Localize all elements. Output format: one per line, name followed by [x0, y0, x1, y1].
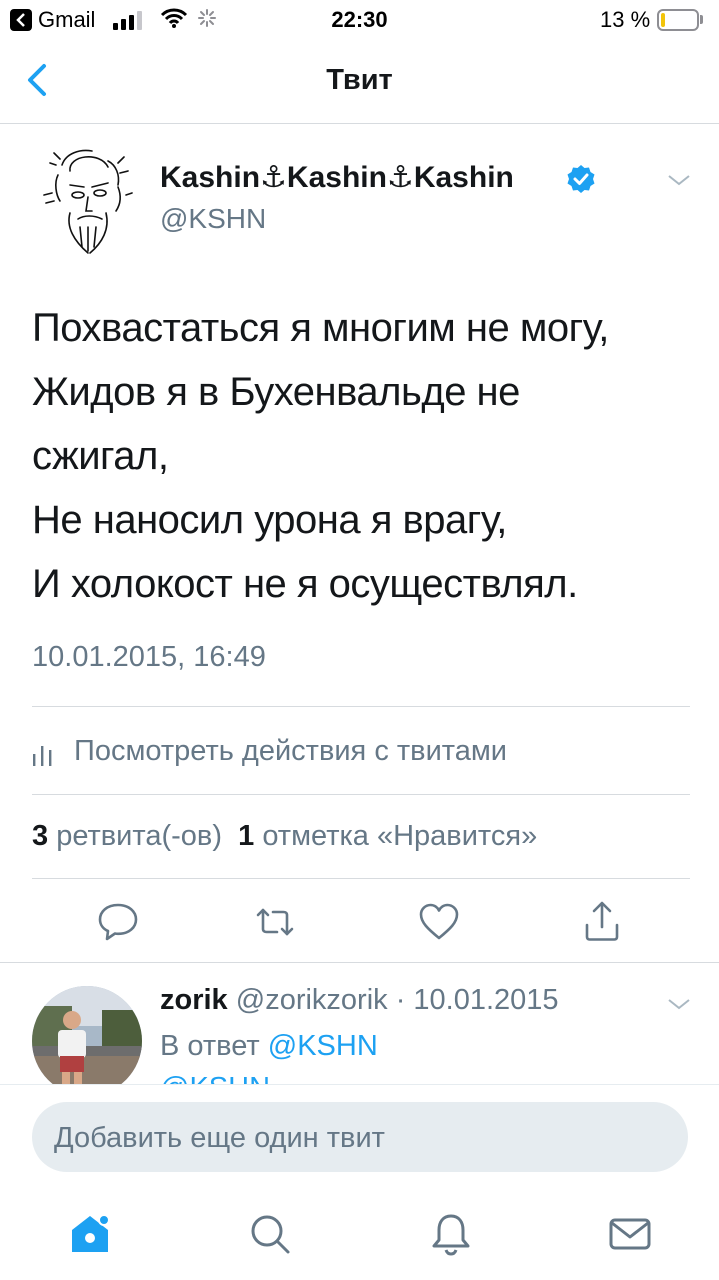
battery-nub: [700, 15, 703, 24]
tweet-menu-chevron-down-icon[interactable]: [664, 170, 694, 190]
divider: [0, 962, 719, 963]
messages-icon[interactable]: [606, 1210, 654, 1258]
like-heart-icon[interactable]: [416, 899, 462, 945]
reply-handle-date[interactable]: @zorikzorik · 10.01.2015: [236, 984, 559, 1016]
likes-count: 1: [238, 820, 255, 852]
notifications-icon[interactable]: [427, 1210, 475, 1258]
reply-menu-chevron-down-icon[interactable]: [664, 994, 694, 1014]
compose-placeholder: Добавить еще один твит: [54, 1122, 385, 1154]
reply-to-line: В ответ @KSHN: [160, 1030, 378, 1063]
tweet-stats: 3 ретвита(-ов) 1 отметка «Нравится»: [32, 820, 537, 853]
compose-bar: Добавить еще один твит: [0, 1084, 719, 1190]
analytics-label: Посмотреть действия с твитами: [74, 735, 507, 767]
tab-bar: [0, 1190, 719, 1280]
page-title: Твит: [326, 64, 393, 96]
likes-stat[interactable]: 1 отметка «Нравится»: [238, 820, 537, 852]
reply-text-cut: @KSHN: [160, 1074, 270, 1084]
tweet-actions: [0, 893, 719, 949]
analytics-bars-icon: [33, 746, 52, 766]
author-handle[interactable]: @KSHN: [160, 203, 266, 235]
likes-label: отметка «Нравится»: [262, 820, 538, 852]
share-icon[interactable]: [579, 899, 625, 945]
divider: [32, 878, 690, 879]
verified-badge-icon: [567, 165, 595, 193]
reply-author-name[interactable]: zorik: [160, 984, 228, 1016]
divider: [32, 706, 690, 707]
author-name[interactable]: Kashin⚓Kashin⚓Kashin: [160, 160, 514, 195]
tweet-text: Похвастаться я многим не могу, Жидов я в…: [32, 306, 609, 606]
reply-bubble-icon[interactable]: [95, 899, 141, 945]
author-avatar[interactable]: [40, 143, 136, 257]
retweet-icon[interactable]: [252, 899, 298, 945]
add-tweet-input[interactable]: Добавить еще один твит: [32, 1102, 688, 1172]
home-icon[interactable]: [66, 1210, 114, 1258]
reply-to-mention[interactable]: @KSHN: [268, 1030, 378, 1062]
nav-bar: Твит: [0, 40, 719, 124]
search-icon[interactable]: [246, 1210, 294, 1258]
reply-author-avatar[interactable]: [32, 986, 142, 1096]
reply-meta: zorik @zorikzorik · 10.01.2015: [160, 984, 559, 1017]
divider: [32, 794, 690, 795]
retweets-count: 3: [32, 820, 49, 852]
battery-icon: [657, 9, 699, 31]
battery-percent: 13 %: [600, 7, 651, 32]
reply-to-prefix: В ответ: [160, 1030, 260, 1062]
tweet-timestamp: 10.01.2015, 16:49: [32, 641, 266, 673]
status-bar: Gmail 22:30 13 %: [0, 0, 719, 40]
retweets-stat[interactable]: 3 ретвита(-ов): [32, 820, 222, 852]
retweets-label: ретвита(-ов): [56, 820, 222, 852]
